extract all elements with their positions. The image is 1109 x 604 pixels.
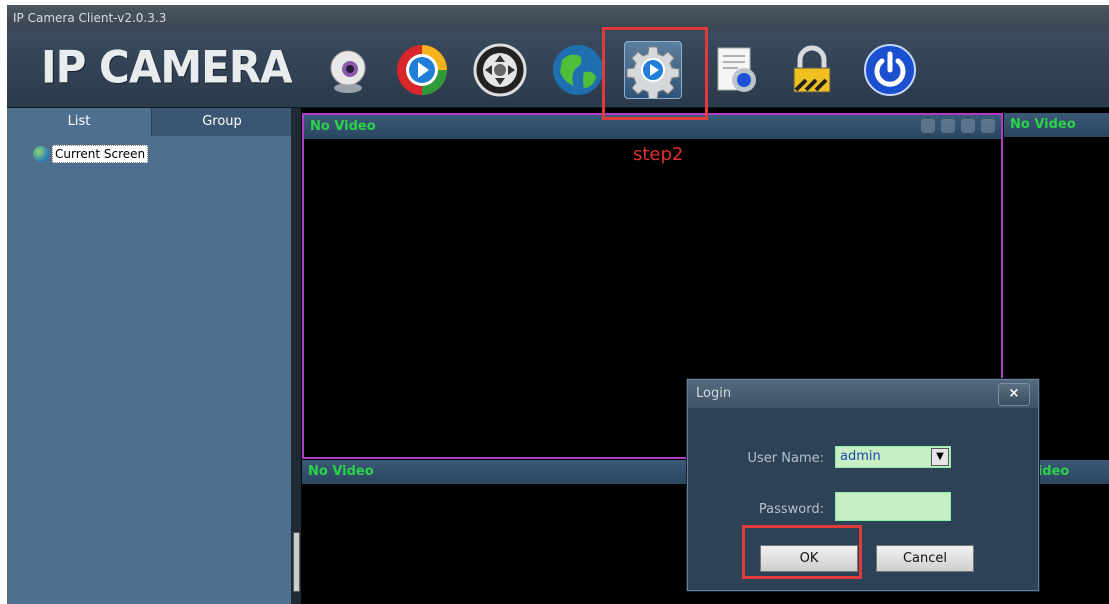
app-header: IP CAMERA [7, 31, 1109, 108]
password-field[interactable] [835, 492, 951, 521]
globe-icon [33, 146, 49, 162]
username-label: User Name: [747, 451, 825, 466]
login-dialog: Login × User Name: admin ▼ Password: OK … [687, 379, 1039, 591]
snapshot-icon[interactable] [921, 119, 935, 133]
no-video-label: No Video [1010, 117, 1076, 132]
tree-item-label: Current Screen [52, 145, 149, 163]
power-icon[interactable] [861, 41, 919, 99]
close-button[interactable]: × [998, 383, 1030, 406]
playback-icon[interactable] [393, 41, 451, 99]
sidebar: List Group Current Screen [7, 108, 292, 604]
dialog-title: Login [688, 380, 1038, 408]
settings-highlight-box [602, 27, 708, 120]
record-icon[interactable] [961, 119, 975, 133]
ok-highlight-box [742, 525, 862, 579]
collapse-grip[interactable] [293, 532, 300, 592]
tab-group[interactable]: Group [151, 108, 292, 136]
tab-list[interactable]: List [7, 108, 151, 136]
cancel-button[interactable]: Cancel [876, 545, 974, 572]
video-panel-header: No Video [1004, 113, 1109, 137]
password-label: Password: [758, 502, 824, 517]
sidebar-tabs: List Group [7, 108, 292, 136]
window-title: IP Camera Client-v2.0.3.3 [7, 5, 1109, 31]
panel-controls [921, 119, 995, 133]
audio-icon[interactable] [941, 119, 955, 133]
step-annotation: step2 [633, 144, 684, 165]
username-value: admin [840, 449, 881, 464]
app-window: IP Camera Client-v2.0.3.3 IP CAMERA List… [7, 5, 1109, 604]
webcam-icon[interactable] [319, 41, 377, 99]
log-report-icon[interactable] [707, 41, 765, 99]
lock-icon[interactable] [783, 41, 841, 99]
ptz-control-icon[interactable] [471, 41, 529, 99]
username-select[interactable]: admin ▼ [835, 446, 951, 468]
no-video-label: No Video [310, 119, 376, 134]
network-globe-icon[interactable] [549, 41, 607, 99]
tree-item-current-screen[interactable]: Current Screen [33, 145, 149, 163]
sidebar-splitter[interactable] [291, 108, 301, 604]
app-logo: IP CAMERA [41, 41, 293, 94]
chevron-down-icon[interactable]: ▼ [931, 448, 949, 466]
no-video-label: No Video [308, 464, 374, 479]
menu-icon[interactable] [981, 119, 995, 133]
